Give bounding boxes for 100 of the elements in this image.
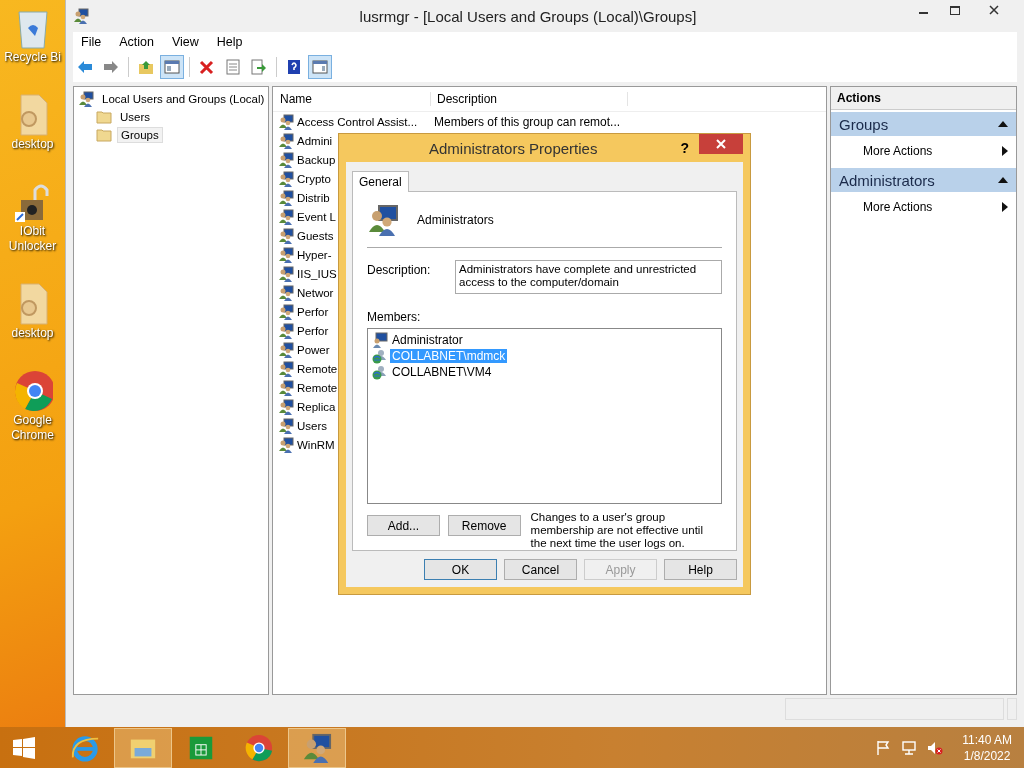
forward-arrow-icon: [103, 59, 119, 75]
users-group-icon: [278, 284, 294, 301]
users-group-icon: [278, 303, 294, 320]
users-group-icon: [278, 436, 294, 453]
taskbar-button[interactable]: [114, 727, 172, 768]
action-pane-icon: [312, 59, 328, 75]
domain-user-icon: [372, 364, 388, 380]
menu-item[interactable]: Action: [111, 35, 162, 49]
section-title: Groups: [839, 115, 889, 133]
window-title: lusrmgr - [Local Users and Groups (Local)\Groups]: [358, 7, 698, 25]
dialog-button[interactable]: Add...: [367, 515, 440, 536]
tree-item[interactable]: Users: [117, 110, 154, 124]
folder-icon: [96, 109, 112, 125]
submenu-arrow-icon: [1002, 146, 1008, 156]
group-name[interactable]: WinRM: [297, 438, 335, 451]
group-name[interactable]: Users: [297, 419, 328, 432]
users-group-icon: [78, 91, 94, 107]
dialog-button[interactable]: OK: [424, 559, 497, 580]
properties-icon: [225, 59, 241, 75]
flag-icon[interactable]: [875, 739, 892, 756]
description-field[interactable]: Administrators have complete and unrestricted access to the computer/domain: [455, 260, 722, 294]
tree-item[interactable]: Groups: [117, 127, 163, 143]
users-group-icon: [367, 204, 399, 236]
menu-item[interactable]: Help: [208, 35, 251, 49]
menu-item[interactable]: File: [73, 35, 110, 49]
users-group-icon: [278, 398, 294, 415]
toolbar-button[interactable]: [160, 55, 184, 79]
dialog-button[interactable]: Remove: [447, 515, 521, 536]
actions-section-header[interactable]: Administrators: [831, 168, 1016, 192]
group-name[interactable]: Distrib: [297, 191, 330, 204]
windows-logo-icon[interactable]: [12, 735, 36, 760]
action-link[interactable]: More Actions: [863, 144, 933, 158]
group-description: Members of this group can remot...: [433, 114, 622, 129]
group-name[interactable]: Backup: [297, 153, 336, 166]
taskbar-button[interactable]: [288, 727, 346, 768]
group-name[interactable]: Guests: [297, 229, 334, 242]
member-item[interactable]: Administrator: [390, 333, 465, 347]
users-group-icon: [278, 265, 294, 282]
group-name[interactable]: IIS_IUS: [297, 267, 337, 280]
users-group-icon: [278, 379, 294, 396]
users-group-icon: [278, 246, 294, 263]
group-name[interactable]: Admini: [297, 134, 333, 147]
dialog-button[interactable]: Cancel: [504, 559, 577, 580]
export-list-icon: [251, 59, 267, 75]
collapse-triangle-icon: [998, 177, 1008, 183]
group-name[interactable]: Hyper-: [297, 248, 332, 261]
users-group-icon: [278, 208, 294, 225]
app-icon: [73, 8, 89, 24]
dialog-title: Administrators Properties: [428, 139, 599, 157]
back-arrow-icon: [77, 59, 93, 75]
domain-user-icon: [372, 348, 388, 364]
column-header[interactable]: Description: [431, 92, 628, 106]
group-name: Administrators: [417, 213, 494, 227]
dialog-button[interactable]: Help: [664, 559, 737, 580]
group-name[interactable]: Perfor: [297, 305, 329, 318]
chrome-icon: [12, 369, 53, 413]
member-item[interactable]: COLLABNET\VM4: [390, 365, 494, 379]
action-link[interactable]: More Actions: [863, 200, 933, 214]
group-name[interactable]: Replica: [297, 400, 336, 413]
field-label: Description:: [367, 262, 432, 279]
group-name[interactable]: Event L: [297, 210, 336, 223]
toolbar-button[interactable]: [308, 55, 332, 79]
users-group-icon: [278, 132, 294, 149]
users-group-icon: [278, 113, 294, 130]
folder-up-icon: [138, 59, 154, 75]
actions-section-header[interactable]: Groups: [831, 112, 1016, 136]
help-icon: [286, 59, 302, 75]
folder-icon: [96, 127, 112, 143]
user-computer-icon: [372, 332, 388, 348]
group-name[interactable]: Networ: [297, 286, 334, 299]
help-button[interactable]: ?: [680, 140, 689, 156]
network-icon[interactable]: [901, 739, 918, 756]
close-icon[interactable]: [699, 134, 743, 154]
users-group-icon: [278, 189, 294, 206]
group-name[interactable]: Crypto: [297, 172, 331, 185]
menu-item[interactable]: View: [163, 35, 207, 49]
group-name[interactable]: Power: [297, 343, 330, 356]
group-name[interactable]: Access Control Assist...: [297, 115, 418, 128]
actions-title: Actions: [831, 87, 1016, 110]
users-group-icon: [278, 341, 294, 358]
group-name[interactable]: Remote: [297, 362, 338, 375]
users-group-icon: [278, 151, 294, 168]
tree-item[interactable]: Local Users and Groups (Local): [99, 92, 268, 106]
chrome-icon: [244, 732, 274, 763]
users-group-icon: [278, 227, 294, 244]
members-list[interactable]: Administrator COLLABNET\mdmck COLLABNET\VM4: [367, 328, 722, 504]
users-group-icon: [278, 170, 294, 187]
submenu-arrow-icon: [1002, 202, 1008, 212]
field-label: Members:: [367, 310, 422, 324]
group-name[interactable]: Perfor: [297, 324, 329, 337]
users-group-icon: [302, 732, 332, 763]
group-name[interactable]: Remote: [297, 381, 338, 394]
column-header[interactable]: Name: [273, 92, 431, 106]
collapse-triangle-icon: [998, 121, 1008, 127]
users-group-icon: [278, 360, 294, 377]
tab[interactable]: General: [352, 171, 409, 192]
console-tree-icon: [164, 59, 180, 75]
membership-note: Changes to a user's group membership are not effective until the next time the user logs on.: [530, 511, 704, 550]
users-group-icon: [278, 417, 294, 434]
delete-icon: [199, 59, 215, 75]
